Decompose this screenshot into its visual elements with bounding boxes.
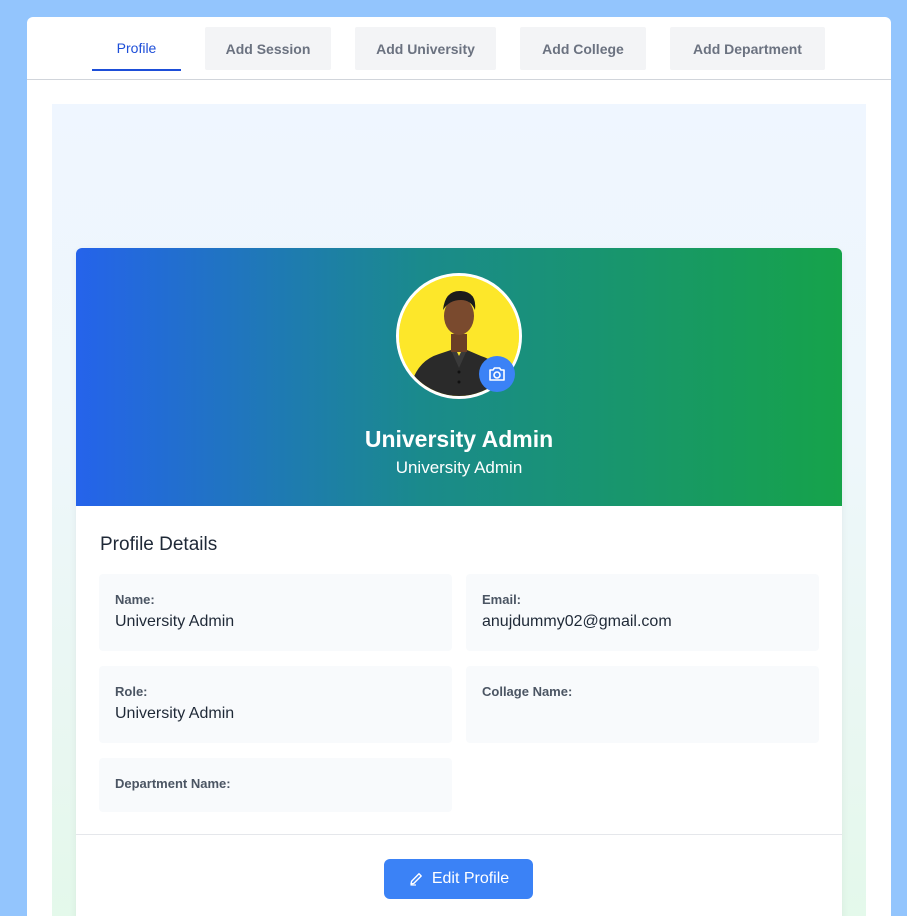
tab-add-department[interactable]: Add Department [670, 27, 825, 70]
camera-icon [489, 367, 505, 381]
tab-add-university[interactable]: Add University [355, 27, 496, 70]
tab-label: Add Session [225, 40, 311, 57]
tab-label: Add College [542, 40, 624, 57]
field-value: University Admin [115, 613, 235, 630]
field-label: Collage Name: [482, 684, 573, 699]
field-label: Department Name: [115, 776, 231, 791]
tab-bar: Profile Add Session Add University Add C… [27, 17, 891, 80]
field-value: anujdummy02@gmail.com [482, 613, 672, 630]
field-email: Email: anujdummy02@gmail.com [466, 574, 819, 651]
field-collage-name: Collage Name: [466, 666, 819, 743]
tab-label: Add University [376, 40, 475, 57]
tab-label: Profile [116, 40, 157, 56]
field-department-name: Department Name: [99, 758, 452, 812]
profile-name: University Admin [364, 426, 554, 452]
field-role: Role: University Admin [99, 666, 452, 743]
profile-role: University Admin [395, 458, 523, 477]
edit-profile-label: Edit Profile [431, 870, 510, 887]
tab-add-college[interactable]: Add College [520, 27, 646, 70]
tab-label: Add Department [693, 40, 802, 57]
profile-header: University Admin University Admin [76, 248, 842, 506]
field-label: Role: [115, 684, 148, 699]
edit-profile-button[interactable]: Edit Profile [384, 859, 533, 899]
field-label: Email: [482, 592, 522, 607]
main-panel: Profile Add Session Add University Add C… [27, 17, 891, 916]
profile-card: University Admin University Admin Profil… [76, 248, 842, 916]
pencil-icon [410, 873, 422, 886]
field-name: Name: University Admin [99, 574, 452, 651]
tab-profile[interactable]: Profile [92, 27, 181, 71]
tab-add-session[interactable]: Add Session [205, 27, 331, 70]
divider [76, 834, 842, 835]
field-value: University Admin [115, 705, 235, 722]
field-label: Name: [115, 592, 155, 607]
section-title: Profile Details [100, 534, 218, 555]
change-photo-button[interactable] [479, 356, 515, 392]
